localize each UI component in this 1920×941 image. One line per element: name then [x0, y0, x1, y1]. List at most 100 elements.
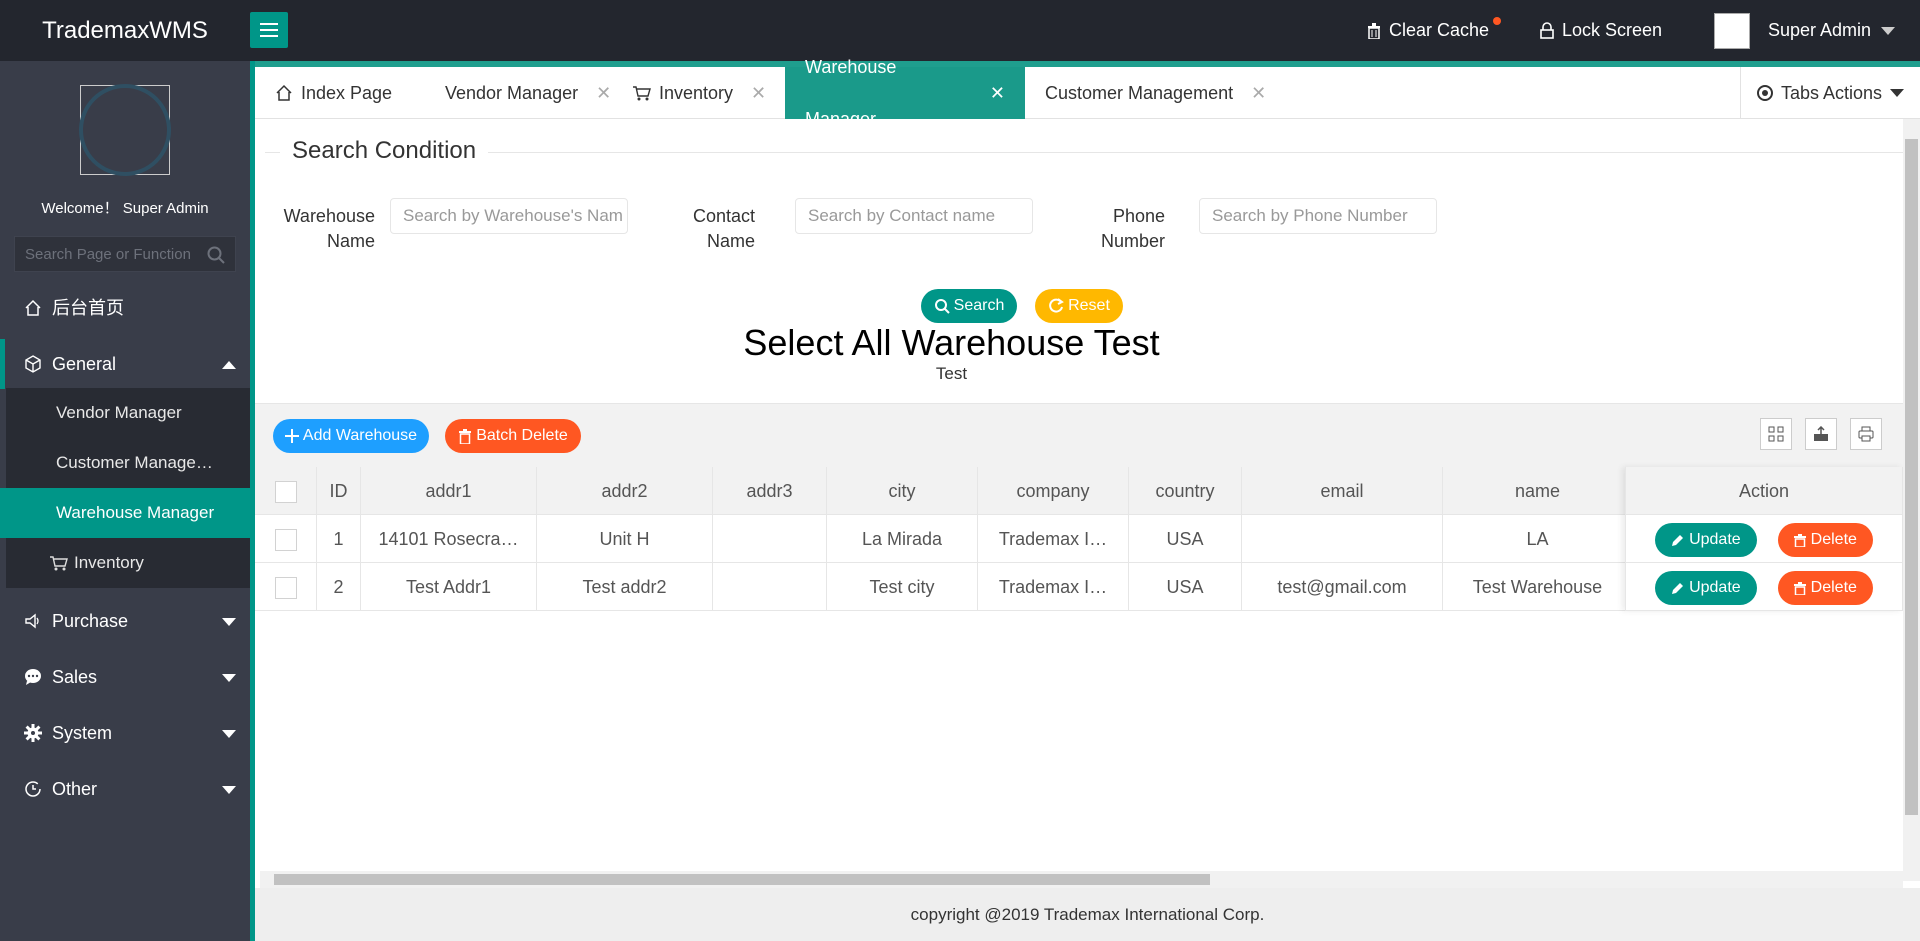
chat-icon	[25, 669, 41, 685]
tab-inventory[interactable]: Inventory ✕	[613, 67, 786, 119]
sidebar-item-sales[interactable]: Sales	[0, 652, 250, 702]
tab-customer-management[interactable]: Customer Management ✕	[1025, 67, 1286, 119]
table-cell: 1	[317, 515, 361, 563]
search-icon[interactable]	[207, 246, 225, 264]
add-warehouse-button[interactable]: Add Warehouse	[273, 419, 429, 453]
select-all-checkbox-cell[interactable]	[255, 467, 317, 515]
app-logo: TrademaxWMS	[42, 17, 208, 44]
select-all-checkbox[interactable]	[274, 481, 297, 504]
sidebar-item-warehouse-manager[interactable]: Warehouse Manager	[0, 488, 250, 538]
scroll-thumb[interactable]	[274, 874, 1210, 885]
add-warehouse-label: Add Warehouse	[302, 427, 418, 444]
search-button[interactable]: Search	[921, 289, 1017, 323]
row-checkbox[interactable]	[274, 529, 297, 552]
tab-label: Customer Management	[1045, 83, 1234, 103]
column-header[interactable]: ID	[317, 467, 361, 515]
page-subtitle: Test	[935, 364, 968, 383]
column-header[interactable]: city	[827, 467, 978, 515]
hamburger-icon	[260, 23, 278, 37]
update-label: Update	[1689, 531, 1741, 549]
user-menu[interactable]: Super Admin	[1714, 0, 1896, 61]
row-checkbox-cell[interactable]	[255, 515, 317, 563]
sidebar-item-system[interactable]: System	[0, 708, 250, 758]
column-header[interactable]: addr1	[361, 467, 537, 515]
tab-index-page[interactable]: Index Page	[255, 67, 412, 119]
delete-button[interactable]: Delete	[1777, 571, 1873, 606]
tabs-actions-menu[interactable]: Tabs Actions	[1740, 67, 1920, 119]
sidebar-item-customer-manager[interactable]: Customer Manage…	[6, 438, 250, 488]
phone-number-input[interactable]: Search by Phone Number	[1199, 198, 1437, 234]
action-column: Action Update Delete Update Delete	[1625, 467, 1903, 611]
export-icon[interactable]	[1805, 418, 1837, 450]
phone-number-label: Phone Number	[1100, 206, 1165, 251]
contact-name-label: Contact Name	[692, 206, 755, 251]
reset-button[interactable]: Reset	[1035, 289, 1123, 323]
cube-icon	[25, 355, 41, 373]
print-icon[interactable]	[1850, 418, 1882, 450]
close-icon[interactable]: ✕	[596, 67, 611, 119]
sidebar-item-other[interactable]: Other	[0, 764, 250, 814]
tab-label: Inventory	[659, 83, 734, 103]
clear-cache-button[interactable]: Clear Cache	[1367, 0, 1505, 61]
trash-icon	[1793, 581, 1806, 595]
column-header[interactable]: company	[978, 467, 1129, 515]
delete-button[interactable]: Delete	[1777, 523, 1873, 558]
table-cell	[1242, 515, 1443, 563]
batch-delete-button[interactable]: Batch Delete	[445, 419, 581, 453]
sidebar-item-home[interactable]: 后台首页	[0, 283, 250, 333]
cart-icon	[50, 556, 68, 571]
columns-filter-icon[interactable]	[1760, 418, 1792, 450]
column-header[interactable]: name	[1443, 467, 1633, 515]
column-header[interactable]: country	[1129, 467, 1242, 515]
clear-cache-label: Clear Cache	[1389, 20, 1490, 40]
refresh-icon	[1049, 298, 1064, 313]
close-icon[interactable]: ✕	[1251, 67, 1266, 119]
update-button[interactable]: Update	[1655, 523, 1757, 558]
horizontal-scrollbar[interactable]	[260, 871, 1903, 888]
row-checkbox[interactable]	[274, 577, 297, 600]
tab-warehouse-manager[interactable]: Warehouse Manager✕	[785, 57, 1025, 129]
welcome-text: Welcome！ Super Admin	[41, 200, 209, 217]
speaker-icon	[25, 613, 39, 629]
pencil-icon	[1672, 534, 1684, 546]
close-icon[interactable]: ✕	[751, 67, 766, 119]
table-cell: USA	[1129, 563, 1242, 611]
row-checkbox-cell[interactable]	[255, 563, 317, 611]
lock-screen-button[interactable]: Lock Screen	[1540, 0, 1662, 61]
fieldset-divider	[265, 152, 1903, 153]
sidebar-item-label: Inventory	[74, 553, 144, 572]
warehouse-name-input[interactable]: Search by Warehouse's Nam	[390, 198, 628, 234]
warehouse-name-label: Warehouse Name	[283, 206, 375, 251]
close-icon[interactable]: ✕	[990, 67, 1005, 119]
column-header[interactable]: addr3	[713, 467, 827, 515]
vertical-scrollbar[interactable]	[1903, 119, 1920, 881]
table-cell: Test Addr1	[361, 563, 537, 611]
scroll-thumb[interactable]	[1905, 139, 1918, 815]
chevron-down-icon	[222, 674, 236, 682]
user-avatar	[1714, 12, 1750, 49]
menu-toggle-button[interactable]	[250, 12, 288, 48]
sidebar: Welcome！ Super Admin Search Page or Func…	[0, 61, 250, 941]
sidebar-item-purchase[interactable]: Purchase	[0, 596, 250, 646]
table-cell: Test city	[827, 563, 978, 611]
sidebar-item-label: Other	[52, 779, 98, 799]
sidebar-item-vendor-manager[interactable]: Vendor Manager	[6, 388, 250, 438]
update-button[interactable]: Update	[1655, 571, 1757, 606]
delete-label: Delete	[1810, 531, 1857, 549]
pencil-icon	[1672, 582, 1684, 594]
column-header[interactable]: email	[1242, 467, 1443, 515]
table-cell: Trademax I…	[978, 515, 1129, 563]
sidebar-item-label: Sales	[52, 667, 98, 687]
sidebar-search-input[interactable]: Search Page or Function	[14, 236, 236, 272]
sidebar-item-general[interactable]: General	[0, 339, 250, 389]
footer: copyright @2019 Trademax International C…	[255, 888, 1920, 941]
contact-name-input[interactable]: Search by Contact name	[795, 198, 1033, 234]
radio-icon	[1756, 85, 1773, 101]
action-cell: Update Delete	[1625, 563, 1903, 611]
content-panel: Search Condition Warehouse Name Search b…	[255, 119, 1903, 871]
column-header[interactable]: addr2	[537, 467, 713, 515]
tab-vendor-manager[interactable]: Vendor Manager ✕	[425, 67, 631, 119]
plus-icon	[284, 429, 299, 443]
sidebar-item-inventory[interactable]: Inventory	[6, 538, 250, 588]
sidebar-item-label: Purchase	[52, 611, 129, 631]
